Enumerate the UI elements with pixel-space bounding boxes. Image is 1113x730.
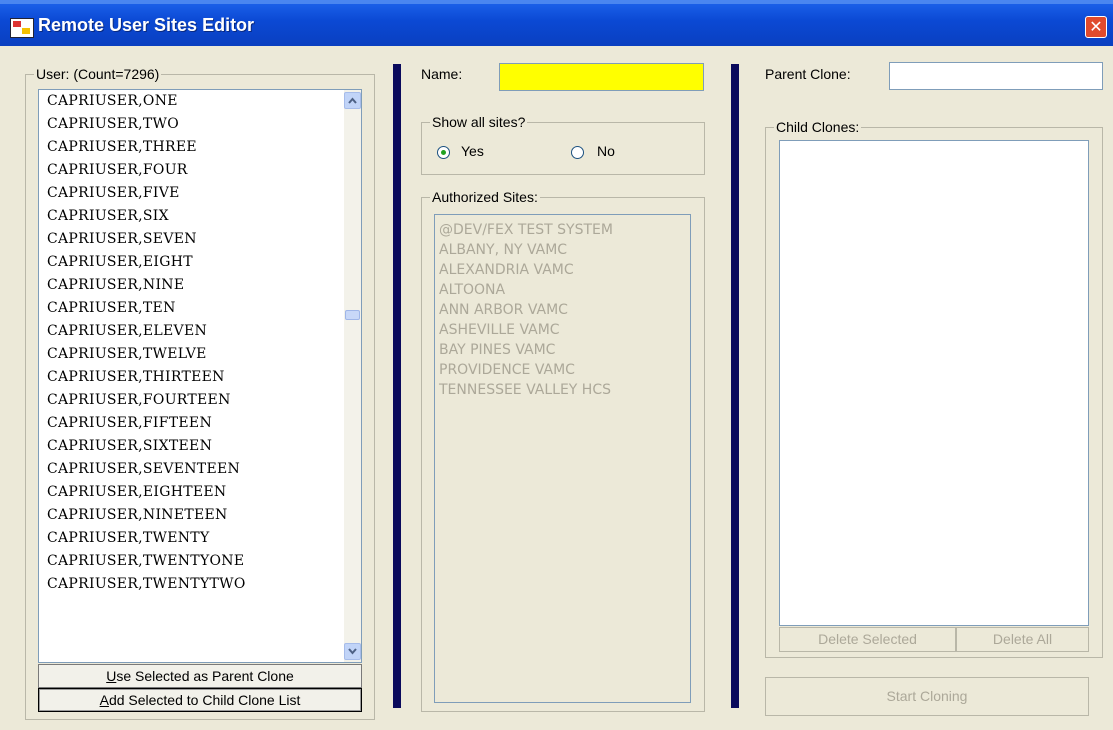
authorized-site-item[interactable]: ASHEVILLE VAMC	[435, 320, 690, 340]
authorized-site-item[interactable]: @DEV/FEX TEST SYSTEM	[435, 220, 690, 240]
user-list-item[interactable]: CAPRIUSER,SIXTEEN	[39, 435, 361, 458]
show-all-yes-radio[interactable]	[437, 146, 450, 159]
user-list-item[interactable]: CAPRIUSER,FIVE	[39, 182, 361, 205]
authorized-site-item[interactable]: ALBANY, NY VAMC	[435, 240, 690, 260]
show-all-yes-label[interactable]: Yes	[461, 143, 484, 159]
authorized-sites-listbox[interactable]: @DEV/FEX TEST SYSTEM ALBANY, NY VAMC ALEXA…	[434, 214, 691, 703]
use-as-parent-label: se Selected as Parent Clone	[116, 668, 294, 684]
user-list-item[interactable]: CAPRIUSER,SEVENTEEN	[39, 458, 361, 481]
add-to-child-label: dd Selected to Child Clone List	[108, 692, 301, 708]
user-list-item[interactable]: CAPRIUSER,TWENTYONE	[39, 550, 361, 573]
window-title: Remote User Sites Editor	[38, 15, 255, 35]
name-field[interactable]	[499, 63, 704, 91]
authorized-sites-legend: Authorized Sites:	[430, 189, 540, 205]
parent-clone-field[interactable]	[889, 62, 1103, 90]
chevron-down-icon	[348, 648, 357, 655]
add-to-child-list-button[interactable]: Add Selected to Child Clone List	[38, 688, 362, 712]
user-list-item[interactable]: CAPRIUSER,EIGHTEEN	[39, 481, 361, 504]
user-list-item[interactable]: CAPRIUSER,THREE	[39, 136, 361, 159]
authorized-site-item[interactable]: TENNESSEE VALLEY HCS	[435, 380, 690, 400]
parent-clone-label: Parent Clone:	[765, 66, 851, 82]
show-all-no-radio[interactable]	[571, 146, 584, 159]
authorized-site-item[interactable]: BAY PINES VAMC	[435, 340, 690, 360]
user-group-legend: User: (Count=7296)	[34, 66, 162, 82]
add-to-child-accesskey: A	[99, 692, 109, 708]
user-list-item[interactable]: CAPRIUSER,FOUR	[39, 159, 361, 182]
delete-selected-button[interactable]: Delete Selected	[779, 627, 956, 652]
user-list-items: CAPRIUSER,ONE CAPRIUSER,TWO CAPRIUSER,THRE…	[39, 90, 361, 596]
delete-all-button[interactable]: Delete All	[956, 627, 1089, 652]
title-bar[interactable]: Remote User Sites Editor ✕	[0, 0, 1113, 46]
user-list-item[interactable]: CAPRIUSER,TEN	[39, 297, 361, 320]
authorized-site-item[interactable]: ANN ARBOR VAMC	[435, 300, 690, 320]
close-button[interactable]: ✕	[1085, 16, 1107, 38]
child-clones-legend: Child Clones:	[774, 119, 862, 135]
user-list-item[interactable]: CAPRIUSER,TWO	[39, 113, 361, 136]
close-icon: ✕	[1089, 17, 1103, 36]
start-cloning-button[interactable]: Start Cloning	[765, 677, 1089, 716]
scroll-up-button[interactable]	[344, 92, 361, 109]
authorized-site-item[interactable]: ALTOONA	[435, 280, 690, 300]
user-list-item[interactable]: CAPRIUSER,ONE	[39, 90, 361, 113]
user-list-item[interactable]: CAPRIUSER,NINETEEN	[39, 504, 361, 527]
user-list-item[interactable]: CAPRIUSER,THIRTEEN	[39, 366, 361, 389]
authorized-sites-items: @DEV/FEX TEST SYSTEM ALBANY, NY VAMC ALEXA…	[435, 215, 690, 400]
user-list-item[interactable]: CAPRIUSER,FOURTEEN	[39, 389, 361, 412]
user-list-item[interactable]: CAPRIUSER,FIFTEEN	[39, 412, 361, 435]
child-clones-listbox[interactable]	[779, 140, 1089, 626]
use-as-parent-button[interactable]: Use Selected as Parent Clone	[38, 664, 362, 688]
scroll-down-button[interactable]	[344, 643, 361, 660]
user-list-item[interactable]: CAPRIUSER,NINE	[39, 274, 361, 297]
user-list-item[interactable]: CAPRIUSER,SIX	[39, 205, 361, 228]
authorized-site-item[interactable]: PROVIDENCE VAMC	[435, 360, 690, 380]
user-list-item[interactable]: CAPRIUSER,TWENTY	[39, 527, 361, 550]
name-label: Name:	[421, 66, 463, 82]
app-icon	[10, 18, 34, 38]
show-all-no-label[interactable]: No	[597, 143, 615, 159]
chevron-up-icon	[348, 97, 357, 104]
user-list-scrollbar[interactable]	[344, 90, 361, 662]
scroll-thumb[interactable]	[345, 310, 360, 320]
user-list-item[interactable]: CAPRIUSER,SEVEN	[39, 228, 361, 251]
user-list-item[interactable]: CAPRIUSER,TWELVE	[39, 343, 361, 366]
show-all-sites-legend: Show all sites?	[430, 114, 528, 130]
use-as-parent-accesskey: U	[106, 668, 117, 684]
user-listbox[interactable]: CAPRIUSER,ONE CAPRIUSER,TWO CAPRIUSER,THRE…	[38, 89, 362, 663]
separator-left	[393, 64, 401, 708]
user-list-item[interactable]: CAPRIUSER,TWENTYTWO	[39, 573, 361, 596]
user-list-item[interactable]: CAPRIUSER,ELEVEN	[39, 320, 361, 343]
user-list-item[interactable]: CAPRIUSER,EIGHT	[39, 251, 361, 274]
separator-right	[731, 64, 739, 708]
authorized-site-item[interactable]: ALEXANDRIA VAMC	[435, 260, 690, 280]
